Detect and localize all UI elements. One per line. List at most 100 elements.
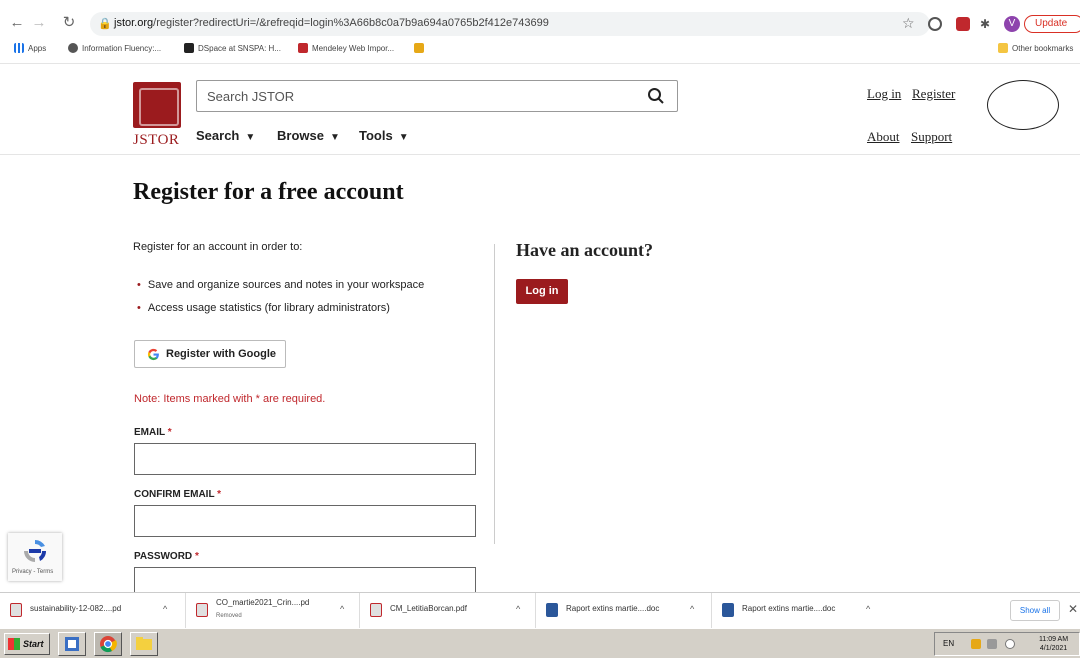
chevron-up-icon[interactable]: ^ <box>866 604 870 614</box>
bookmark-dspace[interactable]: DSpace at SNSPA: H... <box>184 43 281 53</box>
jstor-logo[interactable]: JSTOR <box>133 82 183 148</box>
forward-arrow-icon[interactable]: → <box>30 14 48 32</box>
recaptcha-badge[interactable]: Privacy - Terms <box>8 533 62 581</box>
chevron-up-icon[interactable]: ^ <box>163 604 167 614</box>
login-button[interactable]: Log in <box>516 279 568 304</box>
chevron-up-icon[interactable]: ^ <box>690 604 694 614</box>
nav-search[interactable]: Search ▼ <box>196 128 255 143</box>
address-row: ← → ↻ 🔒 jstor.org/register?redirectUri=/… <box>0 10 1080 38</box>
lock-icon: 🔒 <box>98 18 112 30</box>
confirm-email-field[interactable] <box>134 505 476 537</box>
login-link[interactable]: Log in <box>867 86 901 102</box>
page-title: Register for a free account <box>133 179 404 205</box>
other-bookmarks[interactable]: Other bookmarks <box>998 43 1073 53</box>
clock[interactable]: 11:09 AM 4/1/2021 <box>1039 635 1068 653</box>
register-with-google-button[interactable]: Register with Google <box>134 340 286 368</box>
email-label: EMAIL * <box>134 427 172 438</box>
required-note: Note: Items marked with * are required. <box>134 393 326 405</box>
nav-browse[interactable]: Browse ▼ <box>277 128 340 143</box>
have-account-heading: Have an account? <box>516 240 653 260</box>
chevron-down-icon: ▼ <box>245 132 256 143</box>
jstor-logo-mark <box>133 82 181 128</box>
intro-text: Register for an account in order to: <box>133 241 303 253</box>
download-bar: sustainability-12-082....pd ^ CO_martie2… <box>0 592 1080 628</box>
explorer-icon <box>65 637 79 651</box>
browser-toolbar: ← → ↻ 🔒 jstor.org/register?redirectUri=/… <box>0 0 1080 64</box>
close-icon[interactable]: ✕ <box>1068 602 1078 616</box>
windows-flag-icon <box>8 638 20 650</box>
pdf-file-icon <box>10 603 22 617</box>
globe-icon <box>68 43 78 53</box>
download-item[interactable]: Raport extins martie....doc ^ <box>712 593 892 628</box>
folder-icon <box>136 637 152 650</box>
taskbar-app-explorer[interactable] <box>58 632 86 656</box>
download-item[interactable]: CM_LetitiaBorcan.pdf ^ <box>360 593 536 628</box>
download-item[interactable]: Raport extins martie....doc ^ <box>536 593 712 628</box>
search-box <box>196 80 678 112</box>
pdf-file-icon <box>196 603 208 617</box>
puzzle-icon[interactable]: ✱ <box>980 17 994 31</box>
dspace-icon <box>184 43 194 53</box>
bookmark-extra[interactable] <box>414 43 428 53</box>
apps-grid-icon <box>14 43 24 53</box>
bookmarks-bar: Apps Information Fluency:... DSpace at S… <box>0 40 1080 62</box>
bookmark-information-fluency[interactable]: Information Fluency:... <box>68 43 161 53</box>
language-indicator[interactable]: EN <box>943 639 954 648</box>
bookmark-mendeley[interactable]: Mendeley Web Impor... <box>298 43 394 53</box>
register-link[interactable]: Register <box>912 86 955 102</box>
monitor-icon[interactable] <box>987 639 997 649</box>
word-file-icon <box>546 603 558 617</box>
start-button[interactable]: Start <box>4 633 50 655</box>
bookmark-icon <box>414 43 424 53</box>
confirm-email-label: CONFIRM EMAIL * <box>134 489 222 500</box>
word-file-icon <box>722 603 734 617</box>
bullet-icon: • <box>137 279 141 291</box>
taskbar-app-files[interactable] <box>130 632 158 656</box>
email-field[interactable] <box>134 443 476 475</box>
google-icon <box>147 348 159 361</box>
password-field[interactable] <box>134 567 476 592</box>
taskbar: Start EN 11:09 AM 4/1/2021 <box>0 628 1080 658</box>
column-divider <box>494 244 495 544</box>
recaptcha-privacy-terms[interactable]: Privacy - Terms <box>12 569 53 575</box>
taskbar-app-chrome[interactable] <box>94 632 122 656</box>
bookmark-star-icon[interactable]: ☆ <box>902 15 915 32</box>
folder-icon <box>998 43 1008 53</box>
bullet-icon: • <box>137 302 141 314</box>
list-item: • Access usage statistics (for library ad… <box>137 302 390 314</box>
download-item[interactable]: sustainability-12-082....pd ^ <box>0 593 186 628</box>
password-label: PASSWORD * <box>134 551 199 562</box>
system-tray: EN 11:09 AM 4/1/2021 <box>934 632 1080 656</box>
recaptcha-icon <box>24 539 47 562</box>
extension-icon[interactable] <box>928 17 942 31</box>
reload-icon[interactable]: ↻ <box>60 14 78 32</box>
chevron-down-icon: ▼ <box>398 132 409 143</box>
annotation-circle <box>987 80 1059 130</box>
support-link[interactable]: Support <box>911 129 952 145</box>
chevron-up-icon[interactable]: ^ <box>516 604 520 614</box>
search-input[interactable] <box>197 81 637 111</box>
address-bar[interactable]: 🔒 jstor.org/register?redirectUri=/&refre… <box>90 12 930 36</box>
network-icon[interactable] <box>971 639 981 649</box>
download-item[interactable]: CO_martie2021_Crin....pd Removed ^ <box>186 593 360 628</box>
site-header: JSTOR Search▼ Browse▼ Tools▼ Log in Regi… <box>0 64 1080 155</box>
about-link[interactable]: About <box>867 129 900 145</box>
show-all-button[interactable]: Show all <box>1010 600 1060 621</box>
profile-avatar[interactable]: V <box>1004 16 1020 32</box>
update-button[interactable]: Update <box>1024 15 1080 33</box>
nav-tools[interactable]: Tools ▼ <box>359 128 409 143</box>
google-button-label: Register with Google <box>166 348 277 360</box>
url-text: jstor.org/register?redirectUri=/&refreqi… <box>114 17 549 29</box>
chevron-up-icon[interactable]: ^ <box>340 604 344 614</box>
benefits-list: • Save and organize sources and notes in … <box>137 279 424 325</box>
logo-text: JSTOR <box>133 132 180 148</box>
volume-icon[interactable] <box>1005 639 1015 649</box>
chrome-icon <box>100 636 117 653</box>
back-arrow-icon[interactable]: ← <box>8 14 26 32</box>
search-icon[interactable] <box>647 87 665 105</box>
bookmark-apps[interactable]: Apps <box>14 43 46 53</box>
pdf-file-icon <box>370 603 382 617</box>
list-item: • Save and organize sources and notes in … <box>137 279 425 291</box>
pdf-extension-icon[interactable] <box>956 17 970 31</box>
chevron-down-icon: ▼ <box>329 132 340 143</box>
